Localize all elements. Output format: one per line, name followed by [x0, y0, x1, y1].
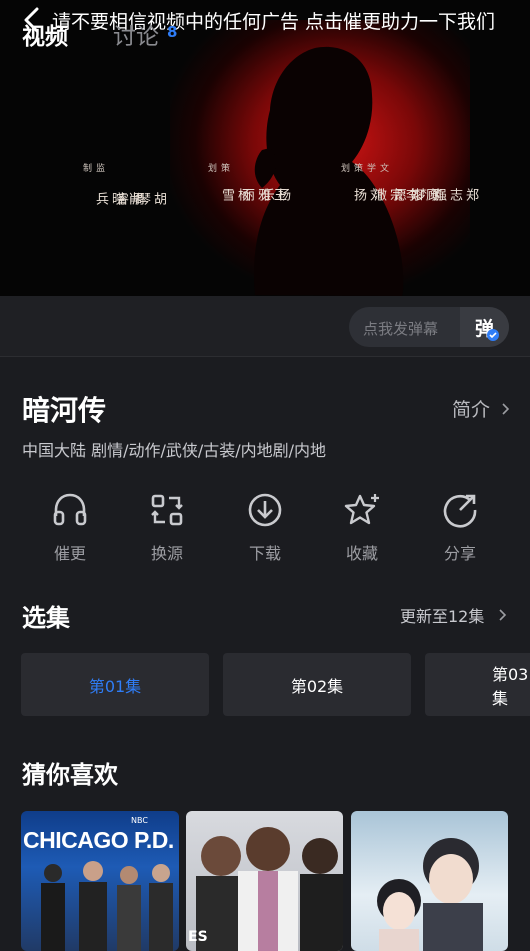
chevron-right-icon	[499, 609, 507, 621]
credit-name: 刘扬	[351, 188, 382, 203]
update-status: 更新至12集	[400, 607, 485, 626]
action-label: 催更	[53, 544, 86, 563]
poster-title-text: CHICAGO P.D.	[23, 827, 174, 853]
episode-item[interactable]: 第02集	[223, 653, 411, 716]
credit-role: 文学策划	[339, 163, 388, 172]
poster-cast-figures	[377, 838, 483, 951]
credit-name: 肖晓兵	[93, 192, 140, 207]
poster-title-text: ES	[188, 929, 208, 945]
discussion-count-badge: 8	[167, 23, 178, 41]
poster-network-badge: NBC	[131, 816, 148, 825]
tab-video[interactable]: 视频	[22, 17, 68, 51]
headphones-icon	[53, 493, 87, 526]
tab-discussion[interactable]: 讨论	[113, 17, 159, 51]
share-icon	[443, 494, 477, 528]
action-label: 下载	[248, 544, 281, 563]
download-icon	[248, 493, 282, 527]
intro-label: 简介	[452, 399, 491, 421]
poster-cast-figures	[196, 827, 343, 951]
recommend-poster[interactable]: CHICAGO P.D. NBC	[21, 811, 179, 951]
chevron-right-icon	[502, 403, 510, 415]
credit-role: 监制	[81, 163, 104, 172]
switch-source-icon	[151, 494, 183, 526]
switch-source-button[interactable]: 换源	[127, 490, 207, 564]
recommend-poster[interactable]: ES	[186, 811, 343, 951]
action-label: 收藏	[345, 544, 378, 563]
action-label: 分享	[443, 544, 476, 563]
episode-item-selected[interactable]: 第01集	[21, 653, 209, 716]
danmu-placeholder: 点我发弹幕	[363, 320, 439, 338]
remind-update-button[interactable]: 催更	[30, 490, 110, 564]
favorite-button[interactable]: 收藏	[322, 490, 402, 564]
danmu-toggle-button[interactable]: 弹	[460, 307, 509, 347]
action-label: 换源	[150, 544, 183, 563]
poster-cast-figures	[41, 861, 173, 951]
genre-tags: 中国大陆 剧情/动作/武侠/古装/内地剧/内地	[22, 441, 327, 460]
credit-name: 杨雪	[219, 188, 250, 203]
episode-item[interactable]: 第03集	[425, 653, 530, 716]
credit-role: 策划	[206, 163, 229, 172]
checkmark-badge-icon	[487, 329, 499, 341]
episodes-update-link[interactable]: 更新至12集	[400, 603, 507, 627]
intro-link[interactable]: 简介	[452, 395, 510, 422]
download-button[interactable]: 下载	[225, 490, 305, 564]
share-button[interactable]: 分享	[420, 490, 500, 564]
episodes-heading: 选集	[22, 604, 70, 632]
recommend-heading: 猜你喜欢	[22, 761, 118, 789]
video-frame-silhouette	[254, 46, 404, 296]
show-title: 暗河传	[22, 394, 107, 427]
star-icon	[344, 494, 379, 525]
recommend-poster[interactable]	[351, 811, 508, 951]
video-player[interactable]: 请不要相信视频中的任何广告 点击催更助力一下我们 监制 胡琴 周睿 肖晓兵 策划…	[0, 0, 530, 296]
